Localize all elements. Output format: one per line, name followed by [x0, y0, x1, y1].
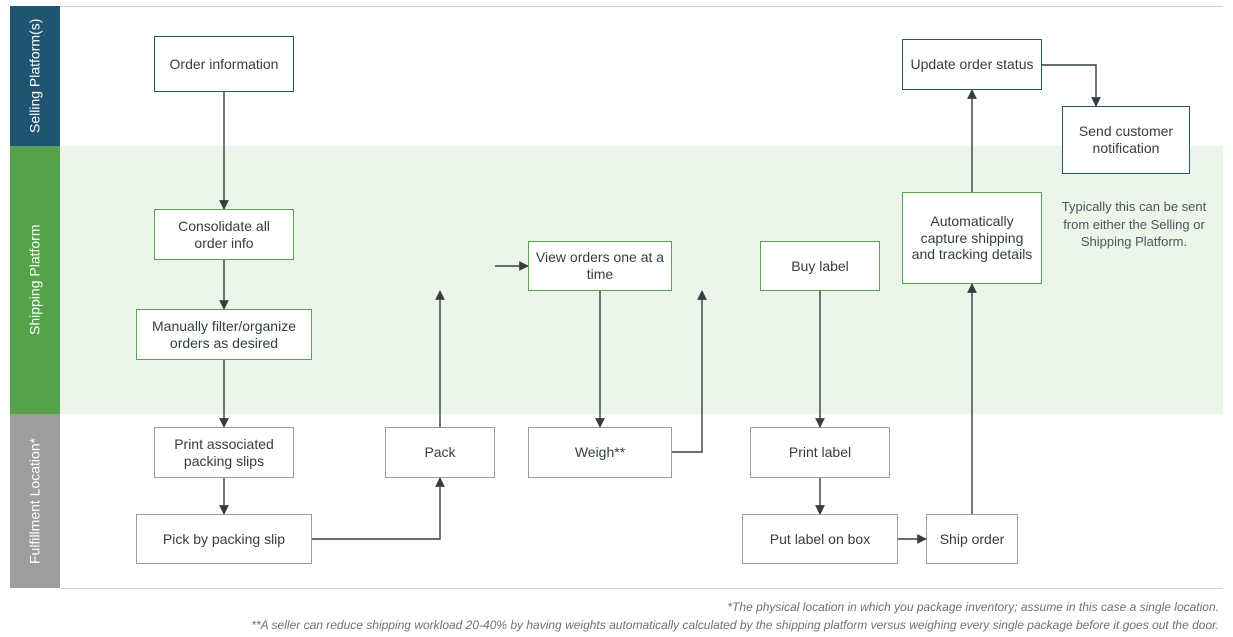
node-filter: Manually filter/organize orders as desir… [136, 309, 312, 360]
node-weigh: Weigh** [528, 427, 672, 478]
lane-label-shipping: Shipping Platform [10, 146, 60, 414]
node-update: Update order status [902, 39, 1042, 90]
node-put-label: Put label on box [742, 514, 898, 564]
node-order-info: Order information [154, 36, 294, 92]
footnotes: *The physical location in which you pack… [251, 598, 1219, 634]
node-view-orders: View orders one at a time [528, 241, 672, 291]
top-divider [10, 6, 1223, 7]
node-pick: Pick by packing slip [136, 514, 312, 564]
node-notify: Send customer notification [1062, 106, 1190, 174]
node-print-slips: Print associated packing slips [154, 427, 294, 478]
note-notify: Typically this can be sent from either t… [1050, 198, 1218, 251]
node-pack: Pack [385, 427, 495, 478]
lane-label-selling: Selling Platform(s) [10, 6, 60, 146]
node-consolidate: Consolidate all order info [154, 209, 294, 260]
node-ship: Ship order [926, 514, 1018, 564]
node-buy-label: Buy label [760, 241, 880, 291]
node-capture: Automatically capture shipping and track… [902, 192, 1042, 284]
lane-label-fulfillment: Fulfillment Location* [10, 414, 60, 588]
bottom-divider [60, 588, 1223, 589]
footnote-2: **A seller can reduce shipping workload … [251, 616, 1219, 634]
node-print-label: Print label [750, 427, 890, 478]
lane-labels: Selling Platform(s) Shipping Platform Fu… [10, 6, 60, 588]
footnote-1: *The physical location in which you pack… [251, 598, 1219, 616]
flowchart-stage: Selling Platform(s) Shipping Platform Fu… [0, 0, 1233, 637]
